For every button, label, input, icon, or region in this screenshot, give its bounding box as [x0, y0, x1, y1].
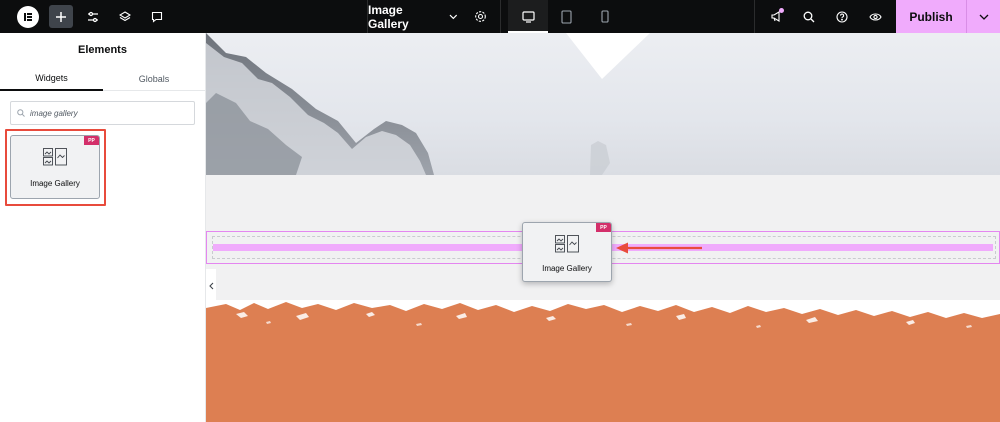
- sliders-icon: [88, 11, 98, 22]
- structure-button[interactable]: [116, 0, 134, 33]
- panel-title: Elements: [78, 43, 127, 56]
- notification-dot: [779, 8, 784, 13]
- dragged-widget-image-gallery[interactable]: PP Image Gallery: [522, 222, 612, 282]
- pp-badge: PP: [84, 136, 99, 145]
- search-icon: [803, 11, 815, 22]
- plus-icon: [56, 11, 66, 22]
- elementor-logo-icon: [17, 5, 39, 28]
- tablet-icon: [560, 9, 572, 24]
- chevron-down-icon: [449, 14, 458, 19]
- gear-icon: [474, 11, 486, 22]
- widget-search-input[interactable]: [30, 108, 180, 118]
- tab-globals[interactable]: Globals: [103, 66, 205, 91]
- mountain-image: [206, 33, 650, 175]
- whats-new-button[interactable]: [766, 0, 786, 33]
- comment-icon: [151, 11, 163, 23]
- publish-options-button[interactable]: [966, 0, 1000, 33]
- widget-label: Image Gallery: [542, 264, 592, 273]
- document-title: Image Gallery: [368, 2, 409, 31]
- chevron-down-icon: [979, 14, 988, 20]
- layers-icon: [119, 10, 131, 21]
- add-element-button[interactable]: [49, 5, 73, 28]
- hero-image-section: [206, 33, 1000, 175]
- elements-panel: Elements Widgets Globals PP Image Galler…: [0, 33, 206, 422]
- document-title-dropdown[interactable]: Image Gallery: [368, 0, 458, 33]
- widget-image-gallery[interactable]: PP Image Gallery: [10, 135, 100, 199]
- image-gallery-icon: [555, 235, 579, 253]
- red-arrow-icon: [616, 242, 702, 254]
- brush-stroke-image: [206, 302, 1000, 422]
- mobile-icon: [601, 10, 609, 23]
- desktop-icon: [521, 10, 535, 23]
- collapse-panel-button[interactable]: [206, 269, 216, 303]
- site-settings-button[interactable]: [84, 0, 102, 33]
- panel-tabs: Widgets Globals: [0, 66, 205, 91]
- desktop-view-button[interactable]: [508, 0, 548, 33]
- editor-canvas: PP Image Gallery: [206, 33, 1000, 422]
- widget-label: Image Gallery: [30, 179, 80, 188]
- orange-footer-section: [206, 300, 1000, 422]
- publish-button[interactable]: Publish: [896, 0, 966, 33]
- finder-button[interactable]: [799, 0, 819, 33]
- eye-icon: [868, 12, 882, 21]
- tablet-view-button[interactable]: [546, 0, 586, 33]
- mobile-view-button[interactable]: [585, 0, 625, 33]
- image-gallery-icon: [43, 148, 67, 166]
- tab-widgets[interactable]: Widgets: [0, 66, 103, 91]
- top-bar: Image Gallery Publish: [0, 0, 1000, 33]
- pp-badge: PP: [596, 223, 611, 232]
- help-icon: [836, 10, 848, 23]
- elementor-menu-button[interactable]: [16, 0, 40, 33]
- help-button[interactable]: [832, 0, 852, 33]
- page-settings-button[interactable]: [470, 0, 490, 33]
- preview-button[interactable]: [865, 0, 885, 33]
- search-icon: [17, 109, 25, 117]
- chevron-left-icon: [208, 282, 213, 290]
- notes-button[interactable]: [148, 0, 166, 33]
- widget-search[interactable]: [10, 101, 195, 125]
